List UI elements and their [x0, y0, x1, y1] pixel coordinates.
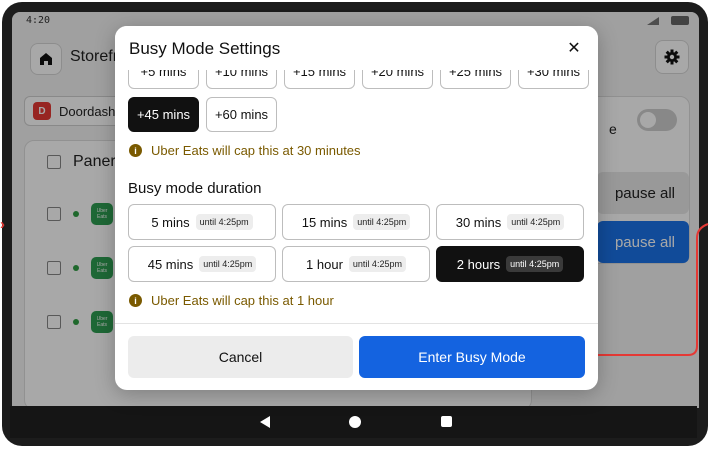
- android-nav-bar: [10, 406, 697, 438]
- delay-option-selected[interactable]: +45 mins: [128, 97, 199, 132]
- duration-option-label: 15 mins: [301, 214, 348, 230]
- duration-option-label: 2 hours: [456, 256, 501, 272]
- duration-option[interactable]: 1 hour until 4:25pm: [282, 246, 430, 282]
- duration-until-badge: until 4:25pm: [506, 256, 564, 272]
- duration-until-badge: until 4:25pm: [199, 256, 257, 272]
- nav-home-icon[interactable]: [349, 416, 361, 428]
- duration-option[interactable]: 5 mins until 4:25pm: [128, 204, 276, 240]
- enter-busy-mode-button[interactable]: Enter Busy Mode: [359, 336, 585, 378]
- cancel-button[interactable]: Cancel: [128, 336, 353, 378]
- duration-option-label: 1 hour: [306, 256, 343, 272]
- info-icon: i: [129, 144, 142, 157]
- duration-option-label: 45 mins: [147, 256, 194, 272]
- duration-until-badge: until 4:25pm: [507, 214, 565, 230]
- close-icon[interactable]: ✕: [564, 38, 584, 58]
- nav-back-icon[interactable]: [260, 416, 270, 428]
- dialog-title: Busy Mode Settings: [129, 39, 281, 58]
- duration-cap-note: i Uber Eats will cap this at 1 hour: [129, 293, 334, 308]
- duration-option[interactable]: 15 mins until 4:25pm: [282, 204, 430, 240]
- duration-section-label: Busy mode duration: [128, 180, 262, 197]
- duration-option-selected[interactable]: 2 hours until 4:25pm: [436, 246, 584, 282]
- duration-option[interactable]: 45 mins until 4:25pm: [128, 246, 276, 282]
- duration-option[interactable]: 30 mins until 4:25pm: [436, 204, 584, 240]
- duration-option-label: 5 mins: [151, 214, 190, 230]
- duration-until-badge: until 4:25pm: [348, 256, 406, 272]
- nav-recents-icon[interactable]: [441, 416, 452, 427]
- footer-divider: [115, 323, 598, 324]
- busy-mode-settings-dialog: +5 mins +10 mins +15 mins +20 mins +25 m…: [115, 26, 598, 390]
- duration-until-badge: until 4:25pm: [353, 214, 411, 230]
- duration-options-grid: 5 mins until 4:25pm 15 mins until 4:25pm…: [128, 204, 584, 282]
- delay-options-row-2: +45 mins +60 mins: [128, 97, 277, 132]
- delay-cap-note: i Uber Eats will cap this at 30 minutes: [129, 143, 361, 158]
- info-icon: i: [129, 294, 142, 307]
- duration-until-badge: until 4:25pm: [195, 214, 253, 230]
- dialog-header: Busy Mode Settings ✕: [115, 26, 598, 70]
- delay-cap-note-text: Uber Eats will cap this at 30 minutes: [151, 143, 361, 158]
- annotation-arrow-icon: ›: [0, 216, 5, 233]
- delay-option[interactable]: +60 mins: [206, 97, 277, 132]
- duration-cap-note-text: Uber Eats will cap this at 1 hour: [151, 293, 334, 308]
- duration-option-label: 30 mins: [455, 214, 502, 230]
